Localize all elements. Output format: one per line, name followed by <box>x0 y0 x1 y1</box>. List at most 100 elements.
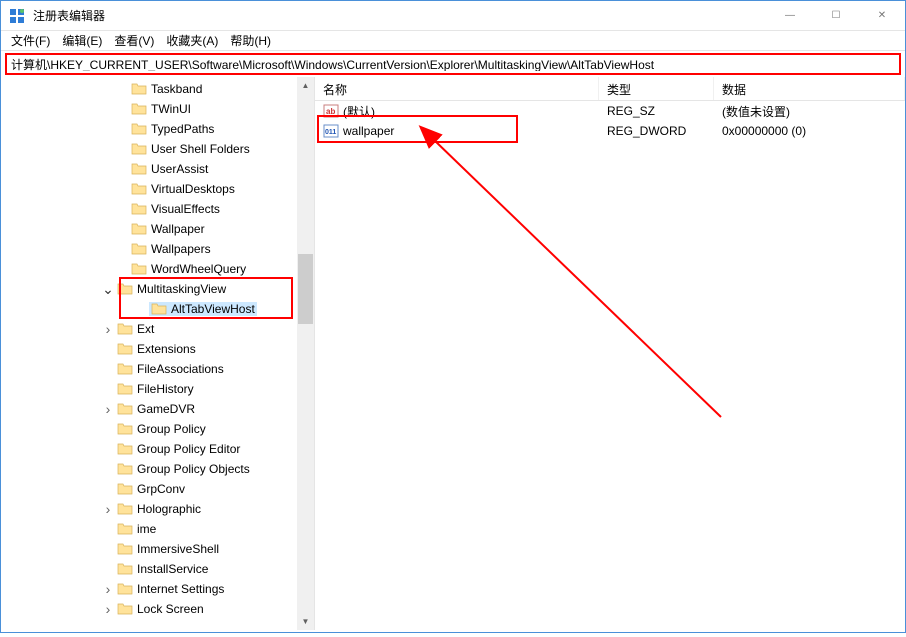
annotation-arrow <box>315 77 905 637</box>
folder-icon <box>131 102 147 116</box>
tree-item-wordwheelquery[interactable]: WordWheelQuery <box>1 259 314 279</box>
folder-icon <box>131 262 147 276</box>
expand-icon[interactable]: › <box>101 402 115 416</box>
tree-item-label: UserAssist <box>151 162 208 176</box>
tree-item-label: GrpConv <box>137 482 185 496</box>
value-name: (默认) <box>343 103 375 120</box>
tree-item-filehistory[interactable]: FileHistory <box>1 379 314 399</box>
scroll-up-button[interactable]: ▲ <box>297 77 314 94</box>
expand-icon[interactable]: › <box>101 582 115 596</box>
column-type[interactable]: 类型 <box>599 77 714 100</box>
tree-item-installservice[interactable]: InstallService <box>1 559 314 579</box>
string-value-icon: ab <box>323 103 339 119</box>
value-type: REG_DWORD <box>599 124 714 138</box>
list-row[interactable]: ab(默认)REG_SZ(数值未设置) <box>315 101 905 121</box>
folder-icon <box>131 182 147 196</box>
tree-item-label: Wallpaper <box>151 222 205 236</box>
folder-icon <box>117 582 133 596</box>
maximize-button[interactable]: ☐ <box>813 1 859 31</box>
no-expand-icon <box>101 342 115 356</box>
tree-item-fileassociations[interactable]: FileAssociations <box>1 359 314 379</box>
svg-text:ab: ab <box>326 107 335 116</box>
folder-icon <box>117 502 133 516</box>
tree-item-virtualdesktops[interactable]: VirtualDesktops <box>1 179 314 199</box>
tree-item-label: Group Policy <box>137 422 206 436</box>
no-expand-icon <box>115 82 129 96</box>
menu-edit[interactable]: 编辑(E) <box>56 30 108 51</box>
tree-item-multitaskingview[interactable]: ⌄MultitaskingView <box>1 279 314 299</box>
folder-icon <box>131 82 147 96</box>
no-expand-icon <box>101 562 115 576</box>
tree-item-typedpaths[interactable]: TypedPaths <box>1 119 314 139</box>
expand-icon[interactable]: › <box>101 322 115 336</box>
tree-item-label: Lock Screen <box>137 602 204 616</box>
value-data: (数值未设置) <box>714 103 905 120</box>
tree-item-group-policy-objects[interactable]: Group Policy Objects <box>1 459 314 479</box>
tree-panel: TaskbandTWinUI TypedPaths User Shell Folde… <box>1 77 315 630</box>
listview-panel: 名称 类型 数据 ab(默认)REG_SZ(数值未设置)011wallpaper… <box>315 77 905 630</box>
tree-item-extensions[interactable]: Extensions <box>1 339 314 359</box>
address-bar <box>5 53 901 75</box>
tree-item-alttabviewhost[interactable]: AltTabViewHost <box>1 299 314 319</box>
no-expand-icon <box>101 522 115 536</box>
value-name: wallpaper <box>343 124 394 138</box>
tree-item-immersiveshell[interactable]: ImmersiveShell <box>1 539 314 559</box>
minimize-button[interactable]: — <box>767 1 813 31</box>
folder-icon <box>117 342 133 356</box>
address-input[interactable] <box>11 57 895 71</box>
tree-item-user-shell-folders[interactable]: User Shell Folders <box>1 139 314 159</box>
tree-item-label: VisualEffects <box>151 202 220 216</box>
tree-item-holographic[interactable]: ›Holographic <box>1 499 314 519</box>
column-name[interactable]: 名称 <box>315 77 599 100</box>
tree-item-label: FileAssociations <box>137 362 224 376</box>
svg-text:011: 011 <box>325 129 336 136</box>
tree-item-ime[interactable]: ime <box>1 519 314 539</box>
menu-help[interactable]: 帮助(H) <box>224 30 277 51</box>
folder-icon <box>117 422 133 436</box>
tree-item-gamedvr[interactable]: › GameDVR <box>1 399 314 419</box>
no-expand-icon <box>101 462 115 476</box>
no-expand-icon <box>115 242 129 256</box>
tree-item-group-policy[interactable]: Group Policy <box>1 419 314 439</box>
scroll-thumb[interactable] <box>298 254 313 324</box>
tree-item-ext[interactable]: ›Ext <box>1 319 314 339</box>
folder-icon <box>151 302 167 316</box>
tree-item-visualeffects[interactable]: VisualEffects <box>1 199 314 219</box>
window-title: 注册表编辑器 <box>33 7 767 24</box>
tree-item-label: ime <box>137 522 156 536</box>
list-row[interactable]: 011wallpaperREG_DWORD0x00000000 (0) <box>315 121 905 141</box>
tree-item-label: TypedPaths <box>151 122 214 136</box>
tree-item-wallpaper[interactable]: Wallpaper <box>1 219 314 239</box>
scroll-down-button[interactable]: ▼ <box>297 613 314 630</box>
tree-scrollbar[interactable]: ▲ ▼ <box>297 77 314 630</box>
menu-view[interactable]: 查看(V) <box>108 30 160 51</box>
folder-icon <box>131 242 147 256</box>
tree-item-lock-screen[interactable]: › Lock Screen <box>1 599 314 619</box>
folder-icon <box>117 522 133 536</box>
folder-icon <box>117 462 133 476</box>
menu-favorites[interactable]: 收藏夹(A) <box>160 30 224 51</box>
close-button[interactable]: ✕ <box>859 1 905 31</box>
tree-item-twinui[interactable]: TWinUI <box>1 99 314 119</box>
collapse-icon[interactable]: ⌄ <box>101 282 115 296</box>
tree-item-wallpapers[interactable]: Wallpapers <box>1 239 314 259</box>
no-expand-icon <box>115 162 129 176</box>
tree-item-label: VirtualDesktops <box>151 182 235 196</box>
tree-item-grpconv[interactable]: GrpConv <box>1 479 314 499</box>
tree-item-label: GameDVR <box>137 402 195 416</box>
column-data[interactable]: 数据 <box>714 77 905 100</box>
titlebar: 注册表编辑器 — ☐ ✕ <box>1 1 905 31</box>
tree-item-internet-settings[interactable]: ›Internet Settings <box>1 579 314 599</box>
folder-icon <box>117 382 133 396</box>
folder-icon <box>117 602 133 616</box>
tree-item-label: Wallpapers <box>151 242 211 256</box>
tree-item-label: AltTabViewHost <box>171 302 255 316</box>
menu-file[interactable]: 文件(F) <box>5 30 56 51</box>
tree-item-group-policy-editor[interactable]: Group Policy Editor <box>1 439 314 459</box>
expand-icon[interactable]: › <box>101 602 115 616</box>
tree-item-taskband[interactable]: Taskband <box>1 79 314 99</box>
menubar: 文件(F) 编辑(E) 查看(V) 收藏夹(A) 帮助(H) <box>1 31 905 51</box>
expand-icon[interactable]: › <box>101 502 115 516</box>
tree-item-userassist[interactable]: UserAssist <box>1 159 314 179</box>
tree-item-label: Group Policy Editor <box>137 442 240 456</box>
